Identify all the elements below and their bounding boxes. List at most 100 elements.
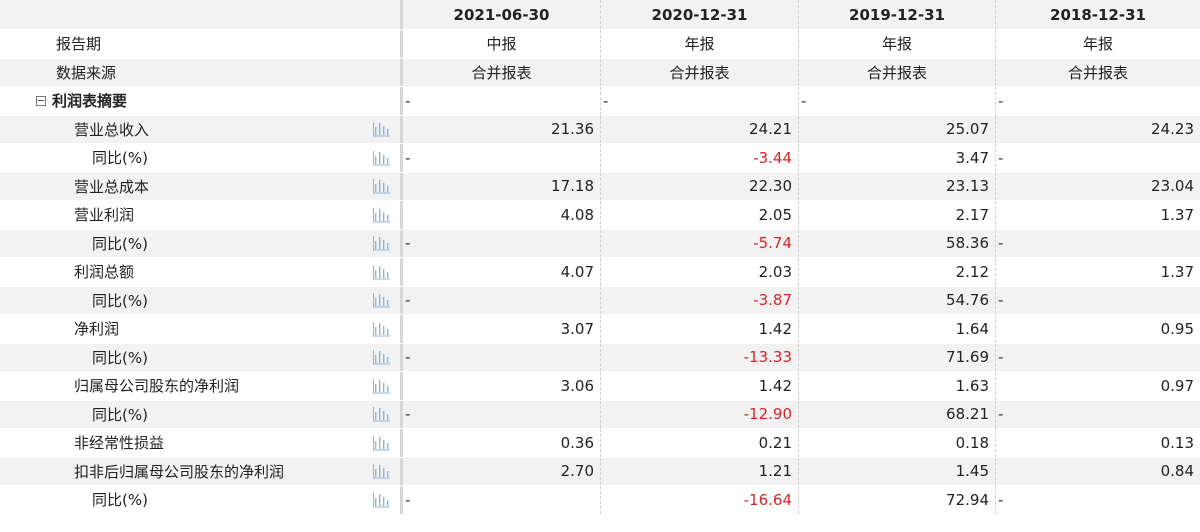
- bar-chart-icon[interactable]: [372, 150, 390, 166]
- bar-chart-icon[interactable]: [372, 264, 390, 280]
- section-label-cell[interactable]: 利润表摘要: [0, 87, 403, 115]
- table-cell: 0.36: [403, 429, 601, 457]
- table-cell: -: [403, 87, 601, 115]
- row-label: 同比(%): [92, 491, 148, 510]
- bar-chart-icon[interactable]: [372, 406, 390, 422]
- cell-value: 58.36: [946, 234, 989, 253]
- table-cell: -12.90: [601, 400, 799, 428]
- empty-dash: -: [603, 91, 609, 110]
- table-cell: 4.07: [403, 258, 601, 286]
- collapse-icon[interactable]: [36, 95, 46, 106]
- cell-value: -12.90: [743, 405, 792, 424]
- cell-value: 3.47: [955, 148, 989, 167]
- table-cell: 21.36: [403, 115, 601, 143]
- table-row: 同比(%) - -3.44 3.47-: [0, 144, 1200, 173]
- empty-dash: -: [998, 148, 1004, 167]
- cell-value: 23.04: [1151, 177, 1194, 196]
- row-label-cell: 净利润: [0, 315, 403, 343]
- table-cell: -: [996, 230, 1200, 258]
- table-cell: 24.23: [996, 116, 1200, 144]
- row-label-cell: 利润总额: [0, 258, 403, 286]
- column-date: 2021-06-30: [453, 5, 550, 24]
- row-label-cell: 同比(%): [0, 286, 403, 314]
- table-cell: 3.06: [403, 372, 601, 400]
- cell-value: 23.13: [946, 177, 989, 196]
- table-cell: 2.12: [799, 258, 996, 286]
- row-label-cell: 同比(%): [0, 144, 403, 172]
- table-row: 利润总额 4.07 2.03 2.12 1.37: [0, 258, 1200, 287]
- column-header[interactable]: 2019-12-31: [799, 0, 996, 29]
- cell-value: 合并报表: [866, 63, 927, 82]
- bar-chart-icon[interactable]: [372, 121, 390, 137]
- bar-chart-icon[interactable]: [372, 435, 390, 451]
- cell-value: -3.87: [753, 291, 792, 310]
- row-label: 同比(%): [92, 234, 148, 253]
- table-cell: 3.07: [403, 315, 601, 343]
- table-cell: 2.05: [601, 201, 799, 229]
- cell-value: 0.95: [1160, 319, 1194, 338]
- empty-dash: -: [998, 91, 1004, 110]
- row-label-cell: 营业总成本: [0, 172, 403, 200]
- cell-value: 22.30: [749, 177, 792, 196]
- table-cell: -: [403, 343, 601, 371]
- table-cell: 23.04: [996, 173, 1200, 201]
- column-header[interactable]: 2021-06-30: [403, 0, 601, 29]
- bar-chart-icon[interactable]: [372, 292, 390, 308]
- column-date: 2020-12-31: [651, 5, 748, 24]
- table-cell: 3.47: [799, 144, 996, 172]
- row-label-cell: 同比(%): [0, 229, 403, 257]
- bar-chart-icon[interactable]: [372, 463, 390, 479]
- bar-chart-icon[interactable]: [372, 492, 390, 508]
- empty-dash: -: [998, 405, 1004, 424]
- empty-dash: -: [405, 291, 411, 310]
- column-header[interactable]: 2020-12-31: [601, 0, 799, 29]
- table-cell: 1.37: [996, 201, 1200, 229]
- table-cell: 17.18: [403, 172, 601, 200]
- table-cell: 0.18: [799, 429, 996, 457]
- table-row: 同比(%) - -5.74 58.36-: [0, 229, 1200, 258]
- corner-cell: [0, 0, 403, 29]
- section-row: 利润表摘要 - - - -: [0, 87, 1200, 116]
- cell-value: 2.70: [560, 462, 594, 481]
- bar-chart-icon[interactable]: [372, 321, 390, 337]
- table-cell: -16.64: [601, 486, 799, 514]
- cell-value: 25.07: [946, 120, 989, 139]
- cell-value: 68.21: [946, 405, 989, 424]
- row-label-cell: 营业利润: [0, 201, 403, 229]
- cell-value: 54.76: [946, 291, 989, 310]
- cell-value: -3.44: [753, 148, 792, 167]
- bar-chart-icon[interactable]: [372, 349, 390, 365]
- table-row: 归属母公司股东的净利润 3.06 1.42 1.63 0.97: [0, 372, 1200, 401]
- row-label: 净利润: [74, 320, 120, 339]
- cell-value: 0.97: [1160, 376, 1194, 395]
- table-row: 同比(%) - -3.87 54.76-: [0, 286, 1200, 315]
- empty-dash: -: [998, 234, 1004, 253]
- bar-chart-icon[interactable]: [372, 178, 390, 194]
- cell-value: 1.42: [758, 319, 792, 338]
- cell-value: 2.05: [758, 205, 792, 224]
- table-row: 营业总收入 21.36 24.21 25.07 24.23: [0, 115, 1200, 144]
- table-cell: 25.07: [799, 115, 996, 143]
- bar-chart-icon[interactable]: [372, 235, 390, 251]
- table-cell: -: [996, 486, 1200, 514]
- bar-chart-icon[interactable]: [372, 378, 390, 394]
- cell-value: -13.33: [743, 348, 792, 367]
- cell-value: 2.03: [758, 262, 792, 281]
- row-label: 营业总成本: [74, 177, 150, 196]
- table-cell: 1.21: [601, 457, 799, 485]
- table-cell: 合并报表: [601, 58, 799, 86]
- row-label: 数据来源: [56, 63, 117, 82]
- cell-value: 年报: [1082, 35, 1113, 54]
- bar-chart-icon[interactable]: [372, 207, 390, 223]
- empty-dash: -: [405, 490, 411, 509]
- cell-value: 24.23: [1151, 120, 1194, 139]
- table-cell: 71.69: [799, 343, 996, 371]
- header-info-row: 报告期 中报 年报 年报 年报: [0, 30, 1200, 59]
- cell-value: 1.37: [1160, 262, 1194, 281]
- cell-value: 0.36: [560, 433, 594, 452]
- table-cell: 年报: [601, 30, 799, 58]
- row-label: 同比(%): [92, 405, 148, 424]
- column-header[interactable]: 2018-12-31: [996, 0, 1200, 29]
- header-info-row: 数据来源 合并报表 合并报表 合并报表 合并报表: [0, 58, 1200, 87]
- row-label: 非经常性损益: [74, 434, 165, 453]
